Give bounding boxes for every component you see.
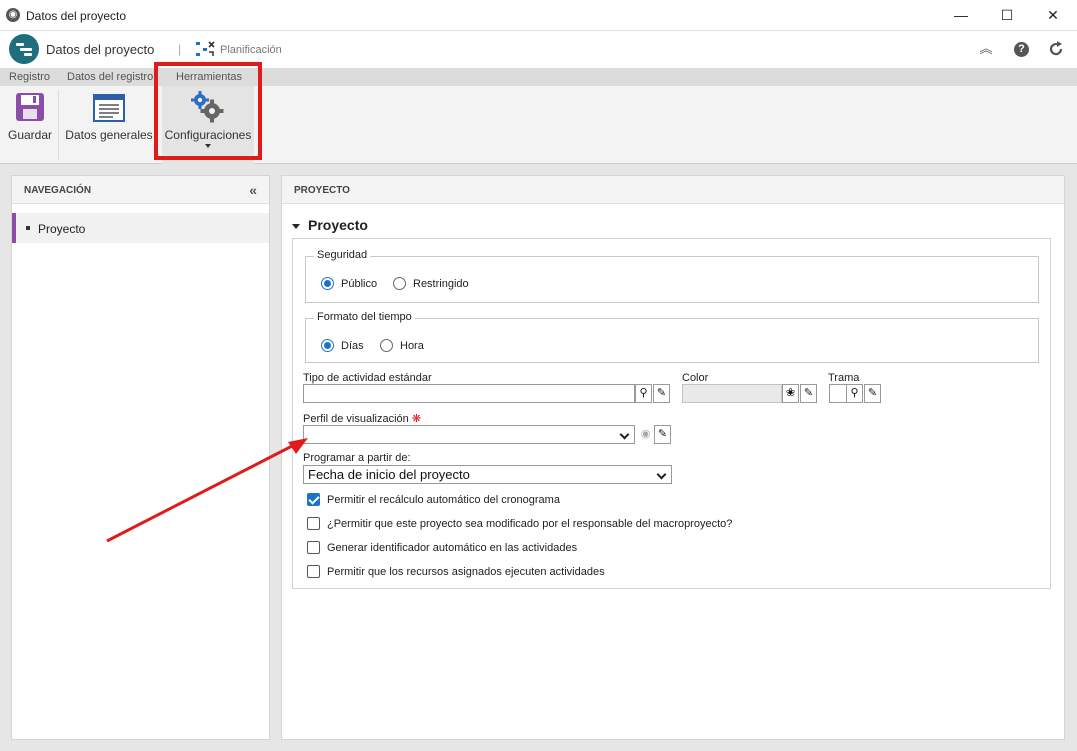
annotation-arrow <box>106 438 308 543</box>
